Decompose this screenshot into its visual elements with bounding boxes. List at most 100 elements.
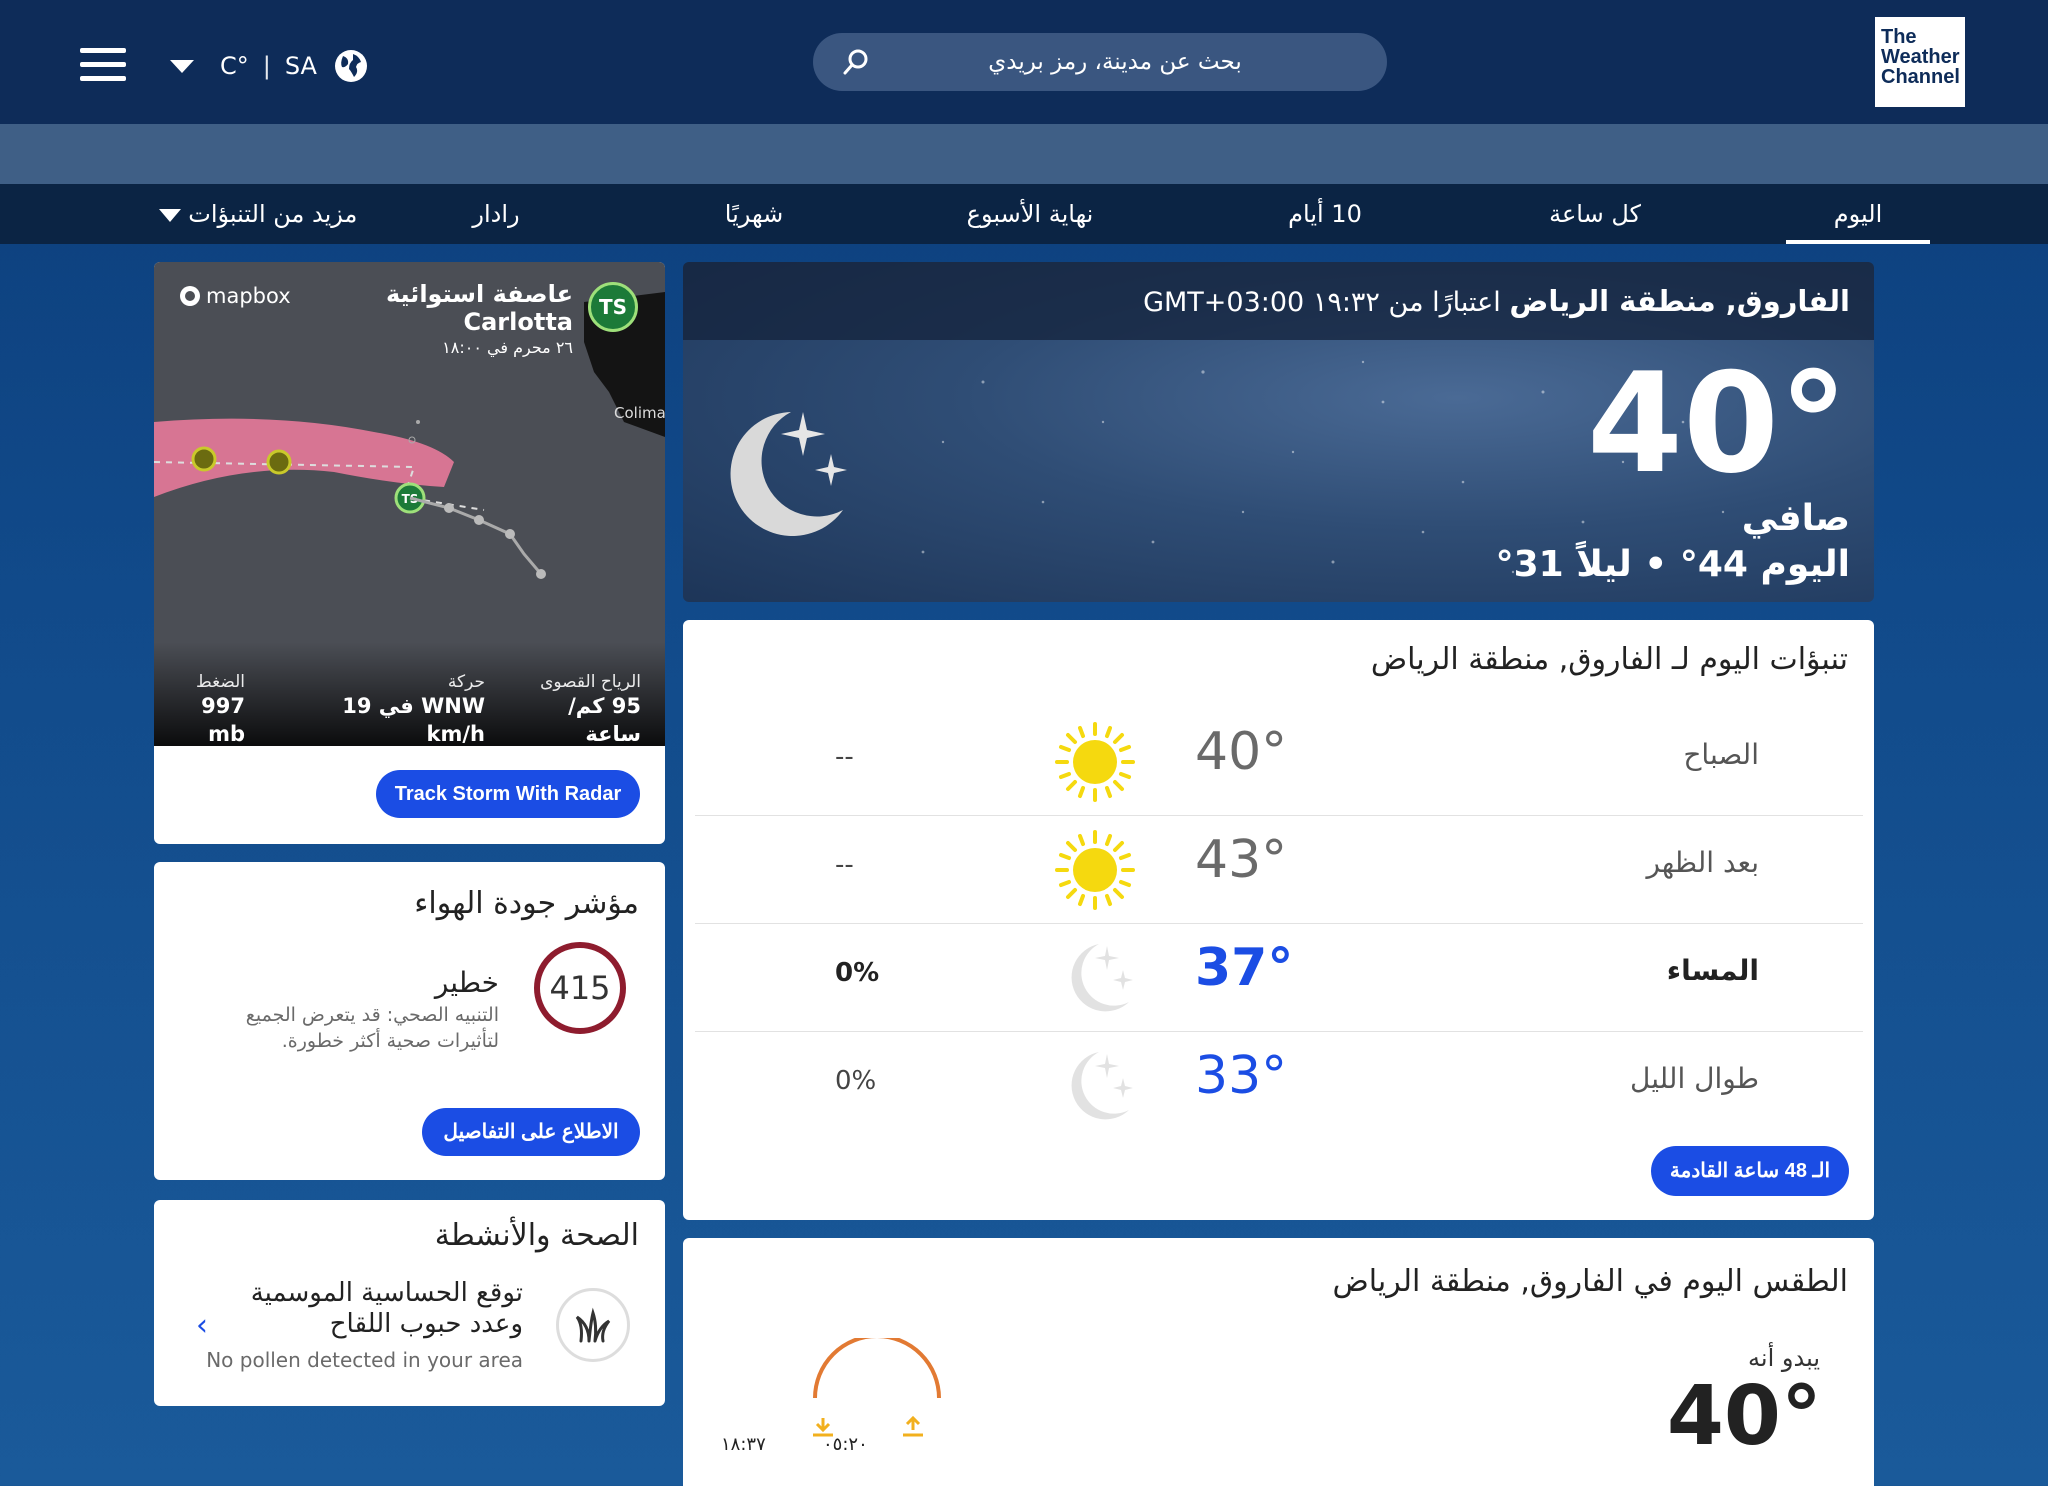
- globe-icon[interactable]: [333, 48, 369, 84]
- air-quality-card: مؤشر جودة الهواء 415 خطير التنبيه الصحي:…: [154, 862, 665, 1180]
- chevron-down-icon[interactable]: [158, 208, 181, 222]
- health-title: الصحة والأنشطة: [434, 1218, 639, 1253]
- current-temperature: 40°: [1586, 343, 1848, 504]
- mapbox-icon: [180, 286, 200, 306]
- forecast-row-afternoon[interactable]: بعد الظهر 43° --: [695, 816, 1863, 924]
- top-bar: C° | SA بحث عن مدينة، رمز بريدي The Weat…: [0, 0, 2048, 124]
- today-details-title: الطقس اليوم في الفاروق, منطقة الرياض: [1332, 1264, 1849, 1299]
- forecast-row-overnight[interactable]: طوال الليل 33° 0%: [695, 1032, 1863, 1140]
- feels-like-temp: 40°: [1666, 1369, 1822, 1464]
- sunrise-time: ٠٥:٢٠: [823, 1434, 868, 1455]
- stat-movement: حركة WNW في 19 km/h: [342, 672, 485, 748]
- chevron-left-icon[interactable]: ‹: [196, 1308, 208, 1343]
- unit-label[interactable]: C°: [220, 52, 249, 80]
- weather-phrase: صافي: [1741, 498, 1850, 539]
- logo-line-2: Weather: [1881, 46, 1960, 68]
- today-forecast-card: تنبؤات اليوم لـ الفاروق, منطقة الرياض ال…: [683, 620, 1874, 1220]
- air-quality-severity: خطير: [434, 966, 499, 999]
- logo-line-1: The: [1881, 26, 1917, 48]
- ad-banner-bar: [0, 124, 2048, 184]
- storm-type: عاصفة استوائية: [385, 280, 573, 308]
- storm-title: عاصفة استوائية Carlotta ٢٦ محرم في ١٨:٠٠: [386, 280, 573, 357]
- storm-time: ٢٦ محرم في ١٨:٠٠: [442, 338, 573, 357]
- high-low-temps: اليوم 44° • ليلاً 31°: [1495, 544, 1850, 585]
- storm-map[interactable]: Colima TS mapbox عاصفة استوائية Carlotta…: [154, 262, 665, 746]
- logo-line-3: Channel: [1881, 66, 1960, 88]
- tab-more-forecasts[interactable]: مزيد من التنبؤات: [142, 184, 362, 244]
- sun-icon: [1055, 722, 1135, 802]
- forecast-row-morning[interactable]: الصباح 40° --: [695, 708, 1863, 816]
- pollen-line-2: وعدد حبوب اللقاح: [329, 1309, 523, 1339]
- air-quality-details-button[interactable]: الاطلاع على التفاصيل: [422, 1108, 640, 1156]
- tab-weekend[interactable]: نهاية الأسبوع: [960, 184, 1100, 244]
- current-conditions-card: الفاروق, منطقة الرياض اعتبارًا من ١٩:٣٢ …: [683, 262, 1874, 602]
- menu-icon[interactable]: [80, 48, 126, 82]
- track-storm-button[interactable]: Track Storm With Radar: [376, 770, 640, 818]
- clear-night-icon: [730, 412, 847, 536]
- period-precip: --: [835, 850, 854, 880]
- mapbox-attribution: mapbox: [178, 284, 291, 308]
- tab-monthly[interactable]: شهريًا: [704, 184, 804, 244]
- pollen-status: No pollen detected in your area: [206, 1348, 523, 1372]
- movement-unit: km/h: [426, 722, 485, 746]
- weather-channel-logo[interactable]: The Weather Channel: [1875, 17, 1965, 107]
- max-wind-value: 95 كم/: [568, 694, 641, 718]
- sunset-time: ١٨:٣٧: [721, 1434, 766, 1455]
- unit-divider: |: [262, 52, 271, 80]
- pollen-forecast-title: توقع الحساسية الموسمية وعدد حبوب اللقاح: [251, 1278, 523, 1340]
- movement-label: حركة: [447, 672, 485, 692]
- pollen-icon: [556, 1288, 630, 1362]
- period-temp: 37°: [1195, 938, 1294, 998]
- sun-icon: [1055, 830, 1135, 910]
- search-placeholder[interactable]: بحث عن مدينة، رمز بريدي: [871, 49, 1359, 75]
- stat-max-wind: الرياح القصوى 95 كم/ ساعة: [540, 672, 641, 748]
- tab-ten-day[interactable]: 10 أيام: [1280, 184, 1370, 244]
- moon-icon: [1071, 944, 1133, 1012]
- period-precip: 0%: [835, 958, 880, 988]
- period-precip: --: [835, 742, 854, 772]
- tab-more-label[interactable]: مزيد من التنبؤات: [188, 200, 357, 228]
- tab-today[interactable]: اليوم: [1786, 184, 1930, 244]
- period-temp: 40°: [1195, 722, 1288, 782]
- moon-icon: [1071, 1052, 1133, 1120]
- pollen-line-1: توقع الحساسية الموسمية: [250, 1278, 523, 1308]
- period-name: طوال الليل: [1629, 1062, 1759, 1095]
- next-48-hours-button[interactable]: الـ 48 ساعة القادمة: [1651, 1146, 1849, 1196]
- air-quality-index: 415: [534, 942, 626, 1034]
- tab-radar[interactable]: رادار: [466, 184, 526, 244]
- storm-name: Carlotta: [463, 308, 574, 336]
- period-temp: 33°: [1195, 1046, 1288, 1106]
- air-quality-description: التنبيه الصحي: قد يتعرض الجميع لتأثيرات …: [245, 1004, 499, 1052]
- sunrise-icon: [903, 1415, 923, 1437]
- health-activities-card[interactable]: الصحة والأنشطة توقع الحساسية الموسمية وع…: [154, 1200, 665, 1406]
- air-quality-title: مؤشر جودة الهواء: [414, 886, 639, 921]
- today-forecast-title: تنبؤات اليوم لـ الفاروق, منطقة الرياض: [1370, 642, 1848, 677]
- tropical-storm-badge: TS: [588, 282, 638, 332]
- search-input[interactable]: بحث عن مدينة، رمز بريدي: [813, 33, 1387, 91]
- pressure-label: الضغط: [196, 672, 245, 692]
- map-place-label: Colima: [614, 404, 665, 422]
- period-name: الصباح: [1683, 738, 1759, 771]
- unit-selector[interactable]: C° | SA: [170, 48, 369, 84]
- movement-value: WNW في 19: [342, 694, 485, 718]
- forecast-nav: اليوم كل ساعة 10 أيام نهاية الأسبوع شهري…: [0, 184, 2048, 244]
- forecast-row-evening[interactable]: المساء 37° 0%: [695, 924, 1863, 1032]
- tab-hourly[interactable]: كل ساعة: [1540, 184, 1650, 244]
- mapbox-label: mapbox: [206, 284, 291, 308]
- max-wind-unit: ساعة: [585, 722, 641, 746]
- as-of-time: اعتبارًا من ١٩:٣٢ GMT+03:00: [1143, 287, 1501, 318]
- period-temp: 43°: [1195, 830, 1288, 890]
- feels-like-label: يبدو أنه: [1748, 1344, 1820, 1372]
- search-icon[interactable]: [841, 47, 871, 77]
- period-precip: 0%: [835, 1066, 877, 1096]
- location-name: الفاروق, منطقة الرياض: [1509, 284, 1850, 318]
- sunset-icon: [813, 1418, 833, 1437]
- max-wind-label: الرياح القصوى: [540, 672, 641, 692]
- today-details-card: الطقس اليوم في الفاروق, منطقة الرياض يبد…: [683, 1238, 1874, 1486]
- region-label[interactable]: SA: [285, 52, 317, 80]
- pressure-value: 997: [201, 694, 245, 718]
- storm-stats: الرياح القصوى 95 كم/ ساعة حركة WNW في 19…: [154, 642, 665, 746]
- storm-card: Colima TS mapbox عاصفة استوائية Carlotta…: [154, 262, 665, 844]
- pressure-unit: mb: [208, 722, 245, 746]
- chevron-down-icon[interactable]: [170, 59, 194, 73]
